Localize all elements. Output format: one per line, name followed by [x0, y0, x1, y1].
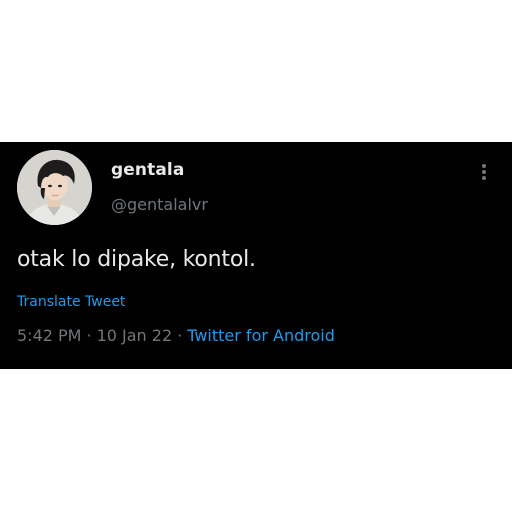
more-vertical-icon: [482, 164, 486, 180]
more-options-button[interactable]: [470, 160, 498, 184]
tweet-text: otak lo dipake, kontol.: [17, 247, 256, 272]
tweet-date[interactable]: 10 Jan 22: [97, 326, 173, 345]
avatar[interactable]: [17, 150, 92, 225]
separator-dot: ·: [86, 326, 92, 345]
translate-tweet-link[interactable]: Translate Tweet: [17, 294, 125, 310]
user-handle[interactable]: @gentalalvr: [111, 195, 208, 214]
separator-dot: ·: [177, 326, 183, 345]
tweet-meta: 5:42 PM · 10 Jan 22 · Twitter for Android: [17, 326, 335, 345]
tweet-card: gentala @gentalalvr otak lo dipake, kont…: [0, 142, 512, 369]
tweet-source-link[interactable]: Twitter for Android: [187, 326, 335, 345]
display-name[interactable]: gentala: [111, 160, 184, 180]
tweet-time[interactable]: 5:42 PM: [17, 326, 81, 345]
profile-photo-icon: [17, 150, 92, 225]
